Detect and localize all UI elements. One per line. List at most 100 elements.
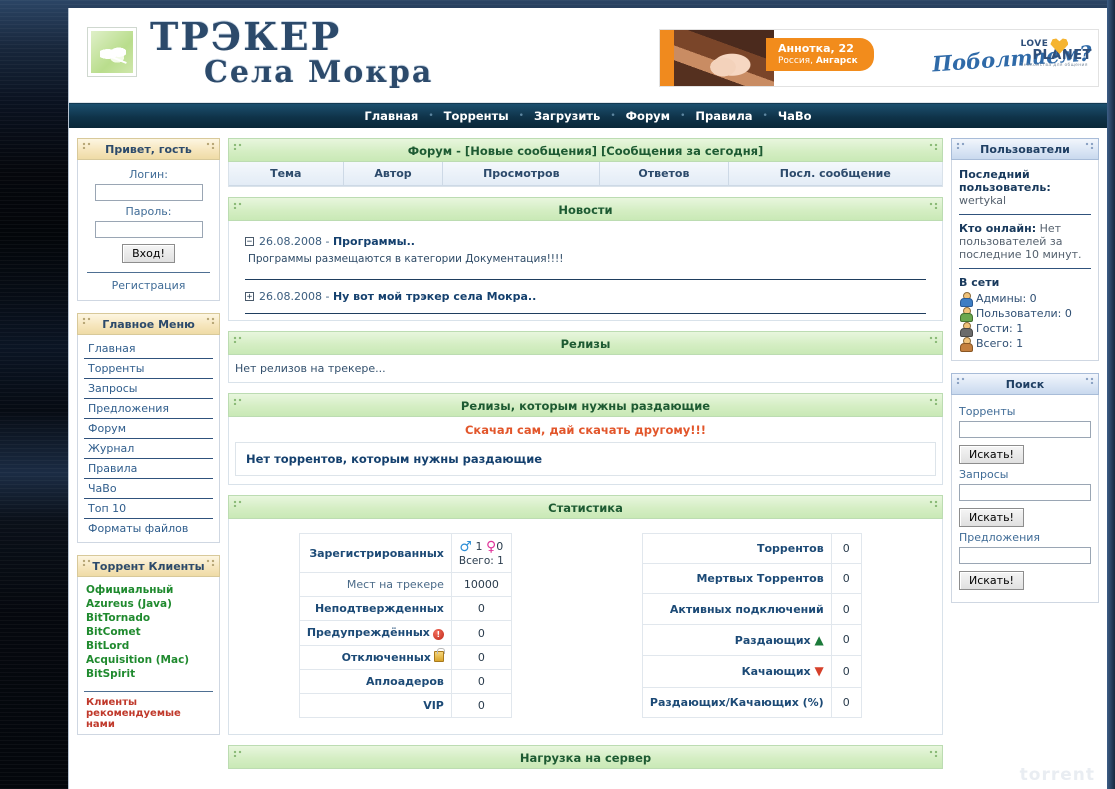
nav-item-upload[interactable]: Загрузить bbox=[524, 109, 610, 123]
list-item: Предложения bbox=[84, 399, 213, 419]
statistics-users-table: Зарегистрированных ♂ 1 ♀0 Всего: 1 Мест … bbox=[298, 533, 512, 718]
stat-value-uploaders: 0 bbox=[450, 669, 512, 694]
menu-item-offers[interactable]: Предложения bbox=[84, 399, 213, 418]
news-item-title[interactable]: Ну вот мой трэкер села Мокра.. bbox=[333, 290, 536, 303]
news-item-header: −26.08.2008 - Программы.. bbox=[245, 235, 926, 248]
client-bittornado[interactable]: BitTornado bbox=[86, 611, 213, 625]
menu-item-rules[interactable]: Правила bbox=[84, 459, 213, 478]
news-item: −26.08.2008 - Программы.. Программы разм… bbox=[245, 235, 926, 265]
list-item: BitComet bbox=[86, 625, 213, 639]
nav-item-rules[interactable]: Правила bbox=[685, 109, 762, 123]
need-seeders-section: Релизы, которым нужны раздающие Скачал с… bbox=[228, 393, 943, 485]
forum-section-title[interactable]: Форум - [Новые сообщения] [Сообщения за … bbox=[228, 138, 943, 162]
torrent-clients-title: Торрент Клиенты bbox=[77, 555, 220, 577]
menu-item-faq[interactable]: ЧаВо bbox=[84, 479, 213, 498]
table-row: Зарегистрированных ♂ 1 ♀0 Всего: 1 bbox=[298, 533, 512, 573]
stat-value-active-connections: 0 bbox=[830, 593, 862, 625]
main-menu-panel: Главное Меню Главная Торренты Запросы Пр… bbox=[77, 313, 220, 543]
list-item: Форум bbox=[84, 419, 213, 439]
admin-user-icon bbox=[959, 292, 973, 307]
news-section: Новости −26.08.2008 - Программы.. Програ… bbox=[228, 197, 943, 321]
table-row: Торрентов 0 bbox=[641, 532, 862, 565]
news-section-body: −26.08.2008 - Программы.. Программы разм… bbox=[228, 221, 943, 321]
search-button-torrents[interactable]: Искать! bbox=[959, 445, 1024, 464]
login-field-group: Логин: bbox=[85, 168, 212, 201]
column-header-lastpost: Посл. сообщение bbox=[728, 162, 942, 186]
search-input-torrents[interactable] bbox=[959, 421, 1091, 438]
menu-item-torrents[interactable]: Торренты bbox=[84, 359, 213, 378]
search-input-requests[interactable] bbox=[959, 484, 1091, 501]
client-bitspirit[interactable]: BitSpirit bbox=[86, 667, 213, 681]
menu-item-file-formats[interactable]: Форматы файлов bbox=[84, 519, 213, 538]
stat-value-torrents: 0 bbox=[830, 532, 862, 565]
login-input[interactable] bbox=[94, 184, 203, 201]
search-button-requests[interactable]: Искать! bbox=[959, 508, 1024, 527]
expand-toggle-icon[interactable]: + bbox=[245, 292, 254, 302]
female-icon: ♀ bbox=[485, 539, 497, 555]
collapse-toggle-icon[interactable]: − bbox=[245, 237, 254, 247]
need-seeders-empty-text: Нет торрентов, которым нужны раздающие bbox=[235, 442, 936, 476]
nav-item-torrents[interactable]: Торренты bbox=[434, 109, 519, 123]
menu-item-log[interactable]: Журнал bbox=[84, 439, 213, 458]
need-seeders-title: Релизы, которым нужны раздающие bbox=[228, 393, 943, 417]
nav-item-home[interactable]: Главная bbox=[354, 109, 428, 123]
menu-item-home[interactable]: Главная bbox=[84, 339, 213, 358]
releases-section: Релизы Нет релизов на трекере... bbox=[228, 331, 943, 383]
table-row: Аплоадеров 0 bbox=[298, 669, 512, 694]
stat-label-slots: Мест на трекере bbox=[298, 572, 452, 597]
banner-content: Аннотка, 22 Россия, Ангарск Поболтаем? L… bbox=[766, 30, 1098, 86]
nav-item-faq[interactable]: ЧаВо bbox=[768, 109, 822, 123]
seeder-up-arrow-icon: ▲ bbox=[814, 632, 824, 647]
login-submit-button[interactable]: Вход! bbox=[122, 244, 175, 263]
search-button-row: Искать! bbox=[959, 508, 1091, 527]
search-button-offers[interactable]: Искать! bbox=[959, 571, 1024, 590]
server-load-title: Нагрузка на сервер bbox=[228, 745, 943, 769]
menu-item-top10[interactable]: Топ 10 bbox=[84, 499, 213, 518]
network-label-admins: Админы: 0 bbox=[976, 292, 1037, 305]
stat-label-leechers: Качающих ▼ bbox=[641, 655, 832, 688]
news-item-header: +26.08.2008 - Ну вот мой трэкер села Мок… bbox=[245, 290, 926, 303]
menu-item-requests[interactable]: Запросы bbox=[84, 379, 213, 398]
list-item: Форматы файлов bbox=[84, 519, 213, 538]
register-link[interactable]: Регистрация bbox=[85, 279, 212, 292]
stat-label-ratio: Раздающих/Качающих (%) bbox=[641, 686, 832, 719]
advertisement-banner[interactable]: Аннотка, 22 Россия, Ангарск Поболтаем? L… bbox=[659, 29, 1099, 87]
login-panel: Привет, гость Логин: Пароль: Вход! Регис… bbox=[77, 138, 220, 301]
search-label-offers: Предложения bbox=[959, 531, 1041, 544]
logo-line-1: ТРЭКЕР bbox=[150, 14, 342, 59]
clients-recommendation-note: Клиенты рекомендуемые нами bbox=[86, 697, 181, 730]
client-bitcomet[interactable]: BitComet bbox=[86, 625, 213, 639]
last-user-value[interactable]: wertykal bbox=[959, 194, 1006, 207]
client-acquisition[interactable]: Acquisition (Mac) bbox=[86, 653, 213, 667]
site-logo[interactable]: ТРЭКЕР Села Мокра bbox=[87, 18, 433, 88]
search-button-row: Искать! bbox=[959, 571, 1091, 590]
page-content: Привет, гость Логин: Пароль: Вход! Регис… bbox=[69, 128, 1107, 789]
stat-label-unconfirmed: Неподтвержденных bbox=[298, 596, 452, 621]
client-bitlord[interactable]: BitLord bbox=[86, 639, 213, 653]
password-input[interactable] bbox=[94, 221, 203, 238]
registered-total: Всего: 1 bbox=[458, 555, 504, 567]
stat-label-dead-torrents: Мертвых Торрентов bbox=[641, 563, 832, 595]
menu-item-forum[interactable]: Форум bbox=[84, 419, 213, 438]
client-official[interactable]: Официальный bbox=[86, 583, 213, 597]
right-sidebar: Пользователи Последний пользователь: wer… bbox=[951, 138, 1099, 615]
login-divider bbox=[87, 272, 210, 273]
client-azureus[interactable]: Azureus (Java) bbox=[86, 597, 213, 611]
login-panel-body: Логин: Пароль: Вход! Регистрация bbox=[77, 160, 220, 301]
network-label-members: Пользователи: 0 bbox=[976, 307, 1072, 320]
need-seeders-body: Скачал сам, дай скачать другому!!! Нет т… bbox=[228, 417, 943, 485]
stat-value-warned: 0 bbox=[450, 620, 512, 646]
total-users-icon bbox=[959, 337, 973, 352]
banner-brand-logo: LOVE PLANET Знакомства для общения bbox=[1020, 38, 1092, 69]
list-item: ЧаВо bbox=[84, 479, 213, 499]
news-item-title[interactable]: Программы.. bbox=[333, 235, 415, 248]
stat-label-vip: VIP bbox=[298, 693, 452, 718]
guest-user-icon bbox=[959, 322, 973, 337]
list-item: Журнал bbox=[84, 439, 213, 459]
search-input-offers[interactable] bbox=[959, 547, 1091, 564]
table-row: Отключенных 0 bbox=[298, 645, 512, 670]
search-label-requests: Запросы bbox=[959, 468, 1009, 481]
news-divider bbox=[245, 313, 926, 314]
stat-label-active-connections: Активных подключений bbox=[641, 593, 832, 625]
nav-item-forum[interactable]: Форум bbox=[616, 109, 680, 123]
